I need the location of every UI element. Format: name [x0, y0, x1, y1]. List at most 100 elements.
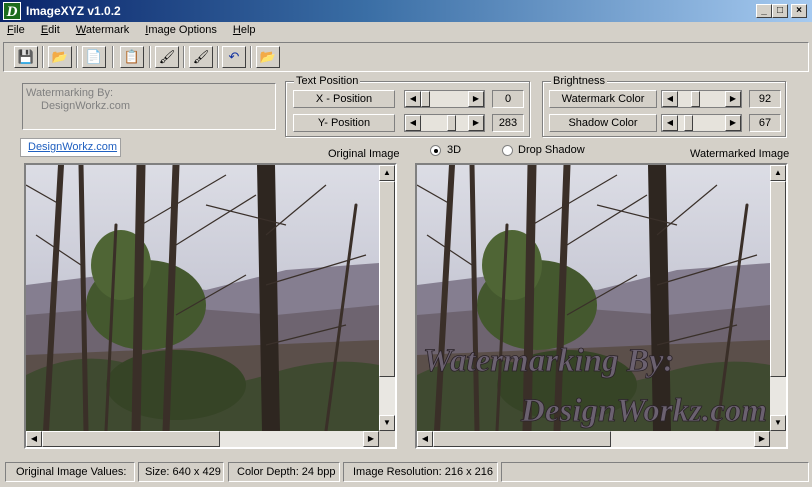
x-position-label: X - Position [293, 90, 395, 108]
radio-3d[interactable] [430, 145, 441, 156]
menu-help[interactable]: Help [226, 22, 262, 36]
toolbar-separator [76, 46, 78, 68]
x-slider-left-arrow[interactable]: ◀ [405, 91, 421, 107]
y-slider-right-arrow[interactable]: ▶ [468, 115, 484, 131]
watermark-color-slider[interactable]: ◀ ▶ [661, 90, 742, 108]
original-scroll-left-icon[interactable]: ◀ [26, 431, 42, 447]
status-empty-panel [501, 462, 809, 482]
x-position-value: 0 [492, 90, 524, 108]
menu-file-rest: ile [13, 24, 25, 36]
wm-slider-thumb[interactable] [691, 91, 700, 107]
shadow-color-label: Shadow Color [549, 114, 657, 132]
original-scroll-down-icon[interactable]: ▼ [379, 415, 395, 431]
close-button[interactable]: × [791, 4, 807, 18]
watermark-overlay-line1: Watermarking By: [423, 343, 674, 379]
watermarked-image-frame: Watermarking By: DesignWorkz.com ▲ ▼ ◀ ▶ [415, 163, 788, 449]
designworkz-link[interactable]: DesignWorkz.com [28, 141, 117, 153]
original-scroll-up-icon[interactable]: ▲ [379, 165, 395, 181]
window-title: ImageXYZ v1.0.2 [26, 4, 121, 18]
toolbar-separator [217, 46, 219, 68]
menu-help-mnemonic: H [232, 24, 241, 36]
undo-icon[interactable]: ↶ [222, 46, 246, 68]
watermark-text-line1: Watermarking By: [26, 87, 114, 99]
x-slider-right-arrow[interactable]: ▶ [468, 91, 484, 107]
sh-slider-thumb[interactable] [684, 115, 693, 131]
minimize-button[interactable]: _ [756, 4, 772, 18]
radio-3d-label: 3D [447, 144, 462, 156]
original-vscroll-thumb[interactable] [379, 181, 395, 377]
toolbar-separator [149, 46, 151, 68]
watermark-color-label: Watermark Color [549, 90, 657, 108]
title-bar[interactable]: D ImageXYZ v1.0.2 _ □ × [0, 0, 812, 22]
watermark-text-line2: DesignWorkz.com [41, 100, 131, 112]
watermarked-hscroll-thumb[interactable] [433, 431, 611, 447]
original-scroll-corner [379, 431, 395, 447]
original-scroll-right-icon[interactable]: ▶ [363, 431, 379, 447]
brush-icon[interactable]: 🖌 [155, 46, 179, 68]
toolbar-separator [183, 46, 185, 68]
y-slider-thumb[interactable] [447, 115, 456, 131]
copy-icon[interactable]: 📄 [82, 46, 106, 68]
watermarked-vertical-scrollbar[interactable]: ▲ ▼ [770, 165, 786, 431]
menu-image-options-rest: mage Options [148, 24, 217, 36]
radio-3d-dot [434, 149, 438, 153]
sh-slider-right-arrow[interactable]: ▶ [725, 115, 741, 131]
watermarked-scroll-up-icon[interactable]: ▲ [770, 165, 786, 181]
app-icon: D [3, 2, 21, 20]
menu-image-options[interactable]: Image Options [138, 22, 223, 36]
menu-watermark-mnemonic: W [75, 24, 86, 36]
menu-watermark[interactable]: Watermark [69, 22, 135, 36]
brush-clear-icon[interactable]: 🖌 [189, 46, 213, 68]
shadow-color-slider[interactable]: ◀ ▶ [661, 114, 742, 132]
status-resolution: Image Resolution: 216 x 216 [343, 462, 498, 482]
watermark-overlay-line2: DesignWorkz.com [520, 393, 767, 429]
watermarked-scroll-right-icon[interactable]: ▶ [754, 431, 770, 447]
menu-watermark-rest: atermark [85, 24, 130, 36]
brightness-title: Brightness [551, 75, 607, 87]
watermarked-vscroll-thumb[interactable] [770, 181, 786, 377]
brightness-group: Brightness Watermark Color ◀ ▶ 92 Shadow… [542, 75, 786, 137]
original-image [26, 165, 379, 431]
watermarked-scroll-down-icon[interactable]: ▼ [770, 415, 786, 431]
menu-edit-rest: dit [48, 24, 60, 36]
y-position-label: Y- Position [293, 114, 395, 132]
wm-slider-left-arrow[interactable]: ◀ [662, 91, 678, 107]
open-folder-icon[interactable]: 📂 [256, 46, 280, 68]
original-image-frame: ▲ ▼ ◀ ▶ [24, 163, 397, 449]
y-position-slider[interactable]: ◀ ▶ [404, 114, 485, 132]
status-original-values: Original Image Values: [5, 462, 135, 482]
status-color-depth: Color Depth: 24 bpp [228, 462, 340, 482]
wm-slider-right-arrow[interactable]: ▶ [725, 91, 741, 107]
save-icon[interactable]: 💾 [14, 46, 38, 68]
watermark-color-value: 92 [749, 90, 781, 108]
menu-edit[interactable]: Edit [34, 22, 66, 36]
radio-drop-shadow[interactable] [502, 145, 513, 156]
original-horizontal-scrollbar[interactable]: ◀ ▶ [26, 431, 379, 447]
watermarked-scroll-corner [770, 431, 786, 447]
toolbar-separator [112, 46, 114, 68]
watermarked-horizontal-scrollbar[interactable]: ◀ ▶ [417, 431, 770, 447]
y-slider-left-arrow[interactable]: ◀ [405, 115, 421, 131]
menu-file-mnemonic: F [7, 24, 14, 36]
original-vertical-scrollbar[interactable]: ▲ ▼ [379, 165, 395, 431]
maximize-button[interactable]: □ [772, 4, 788, 18]
x-position-slider[interactable]: ◀ ▶ [404, 90, 485, 108]
watermarked-image-label: Watermarked Image [690, 148, 790, 160]
toolbar: 💾 📂 📄 📋 🖌 🖌 ↶ 📂 [3, 42, 809, 72]
x-slider-thumb[interactable] [421, 91, 430, 107]
open-icon[interactable]: 📂 [48, 46, 72, 68]
menu-bar: File Edit Watermark Image Options Help [0, 22, 812, 40]
sh-slider-left-arrow[interactable]: ◀ [662, 115, 678, 131]
paste-icon[interactable]: 📋 [120, 46, 144, 68]
status-size: Size: 640 x 429 [138, 462, 224, 482]
toolbar-separator [42, 46, 44, 68]
original-hscroll-thumb[interactable] [42, 431, 220, 447]
menu-file[interactable]: File [0, 22, 31, 36]
watermarked-scroll-left-icon[interactable]: ◀ [417, 431, 433, 447]
toolbar-separator [250, 46, 252, 68]
watermark-text-box[interactable]: Watermarking By: DesignWorkz.com [22, 83, 276, 130]
text-position-group: Text Position X - Position ◀ ▶ 0 Y- Posi… [285, 75, 530, 137]
radio-drop-shadow-label: Drop Shadow [518, 144, 585, 156]
designworkz-link-box: DesignWorkz.com [20, 138, 121, 157]
text-position-title: Text Position [294, 75, 361, 87]
